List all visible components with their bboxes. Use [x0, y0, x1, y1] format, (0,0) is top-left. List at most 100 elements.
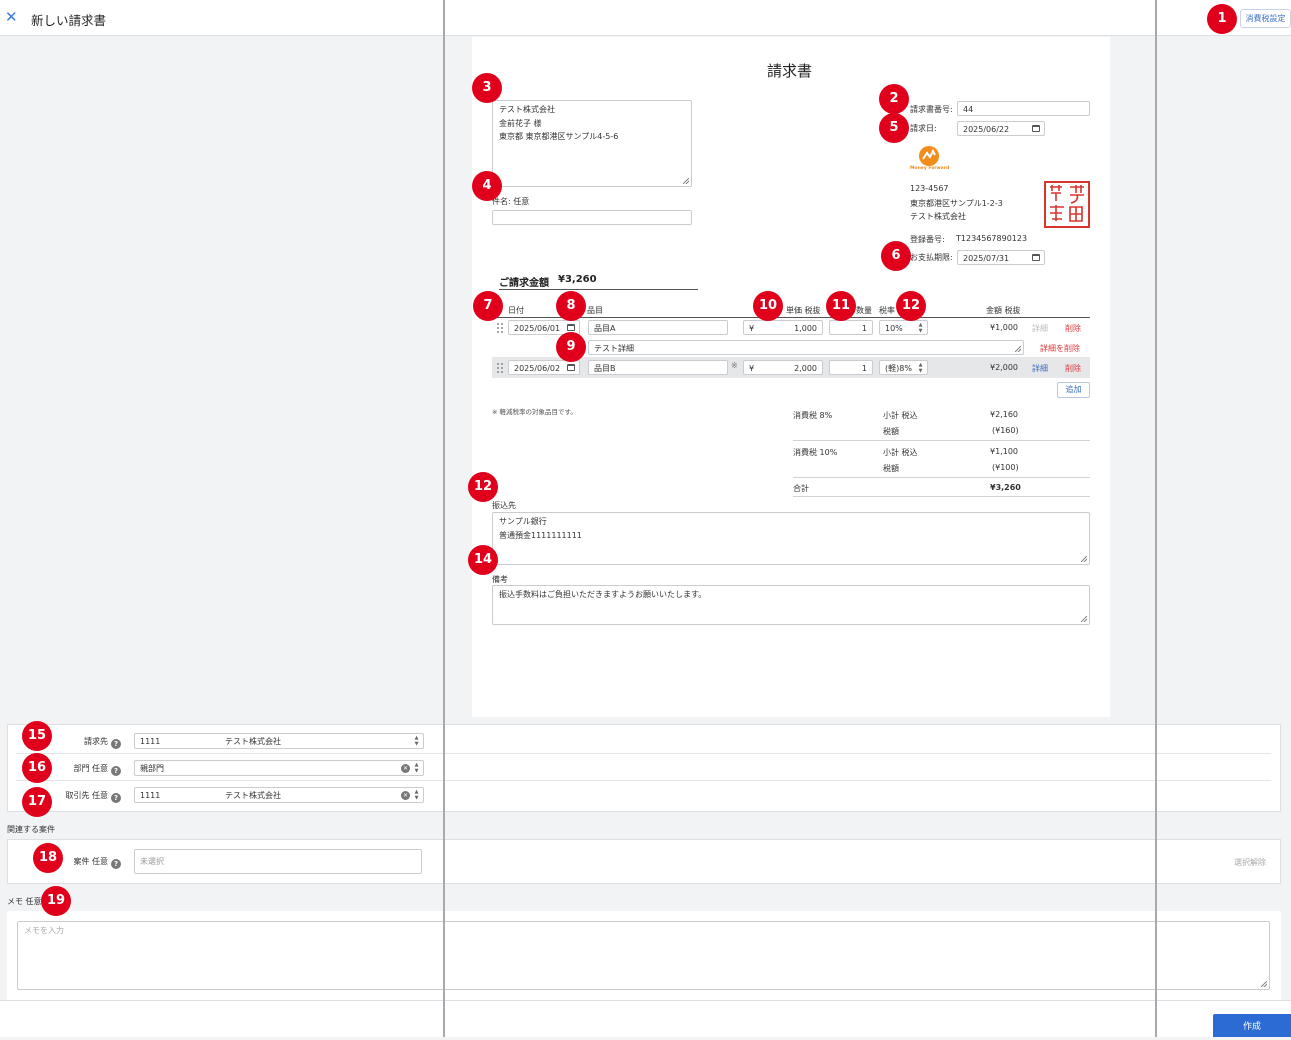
- page-title: 新しい請求書: [31, 13, 107, 28]
- calendar-icon[interactable]: [567, 364, 575, 371]
- invoice-date-label: 請求日:: [910, 124, 937, 133]
- row2-delete-link[interactable]: 削除: [1065, 363, 1081, 374]
- annotation-badge: 7: [473, 291, 503, 321]
- row-divider: [16, 780, 1271, 781]
- resize-handle-icon[interactable]: [683, 178, 689, 184]
- unit-price-value: 1,000: [794, 324, 817, 333]
- detail-text: テスト詳細: [594, 344, 634, 353]
- bank-line: サンプル銀行: [499, 517, 547, 526]
- row1-quantity-input[interactable]: 1: [829, 320, 873, 335]
- resize-handle-icon[interactable]: [1261, 981, 1267, 987]
- tax8-label: 消費税 8%: [793, 411, 833, 420]
- sender-line: 123-4567: [910, 184, 949, 193]
- currency-symbol: ¥: [749, 364, 755, 373]
- row1-tax-rate-select[interactable]: 10%: [879, 320, 928, 335]
- invoice-date-input[interactable]: 2025/06/22: [957, 121, 1045, 136]
- partner-label-text: 取引先 任意: [65, 791, 108, 800]
- clear-icon[interactable]: ✕: [401, 764, 410, 773]
- related-section-title: 関連する案件: [7, 825, 55, 834]
- billing-label-text: 請求先: [84, 737, 108, 746]
- row1-unit-price-input[interactable]: ¥1,000: [743, 320, 823, 335]
- calendar-icon[interactable]: [1032, 254, 1040, 261]
- row1-detail-input[interactable]: テスト詳細: [588, 340, 1024, 355]
- help-icon[interactable]: ?: [111, 859, 121, 869]
- row1-item-input[interactable]: 品目A: [588, 320, 728, 335]
- help-icon[interactable]: ?: [111, 766, 121, 776]
- invoice-date-value: 2025/06/22: [963, 125, 1010, 134]
- memo-label: メモ 任意: [7, 897, 42, 906]
- currency-symbol: ¥: [749, 324, 755, 333]
- remarks-textarea[interactable]: 振込手数料はご負担いただきますようお願いいたします。: [492, 585, 1090, 625]
- resize-handle-icon[interactable]: [1015, 346, 1021, 352]
- recipient-line: テスト株式会社: [499, 105, 555, 114]
- memo-textarea[interactable]: メモを入力: [17, 921, 1270, 990]
- annotation-badge: 4: [472, 171, 502, 201]
- help-icon[interactable]: ?: [111, 739, 121, 749]
- close-icon[interactable]: ✕: [5, 9, 19, 25]
- recipient-textarea[interactable]: テスト株式会社 金前花子 様 東京都 東京都港区サンプル4-5-6: [492, 100, 692, 187]
- partner-select[interactable]: 1111 テスト株式会社 ✕: [134, 787, 424, 803]
- row2-date-input[interactable]: 2025/06/02: [508, 360, 580, 375]
- row2-quantity-input[interactable]: 1: [829, 360, 873, 375]
- reduced-tax-mark: ※: [731, 361, 738, 370]
- department-select[interactable]: 親部門 ✕: [134, 760, 424, 776]
- create-button[interactable]: 作成: [1213, 1014, 1291, 1037]
- row2-amount: ¥2,000: [990, 363, 1018, 372]
- annotation-badge: 2: [879, 84, 909, 114]
- col-date: 日付: [508, 306, 524, 315]
- billing-select[interactable]: 1111 テスト株式会社: [134, 733, 424, 749]
- project-select[interactable]: 未選択: [134, 849, 422, 874]
- select-arrows-icon: [413, 762, 420, 774]
- deselect-link[interactable]: 選択解除: [1234, 857, 1266, 868]
- annotation-badge: 12: [896, 291, 926, 321]
- remarks-text: 振込手数料はご負担いただきますようお願いいたします。: [499, 590, 707, 599]
- annotation-badge: 17: [22, 787, 52, 817]
- row-divider: [16, 753, 1271, 754]
- help-icon[interactable]: ?: [111, 793, 121, 803]
- subject-input[interactable]: [492, 210, 692, 225]
- select-arrows-icon: [413, 735, 420, 747]
- registration-number: T1234567890123: [956, 234, 1028, 243]
- col-tax-rate: 税率: [879, 306, 895, 315]
- tax10-subtotal: ¥1,100: [990, 447, 1018, 456]
- sender-line: テスト株式会社: [910, 212, 966, 221]
- select-arrows-icon: [413, 789, 420, 801]
- due-date-input[interactable]: 2025/07/31: [957, 250, 1045, 265]
- guide-line-right: [1155, 0, 1157, 1037]
- drag-handle-icon[interactable]: [497, 323, 505, 333]
- tax-rate-value: 10%: [885, 324, 903, 333]
- drag-handle-icon[interactable]: [497, 363, 505, 373]
- tax8-tax: (¥160): [992, 426, 1019, 435]
- billing-code: 1111: [140, 737, 161, 746]
- due-date-label: お支払期限:: [910, 253, 953, 262]
- project-panel: 案件 任意? 未選択 選択解除: [7, 839, 1281, 884]
- memo-panel: メモを入力: [7, 911, 1281, 1000]
- calendar-icon[interactable]: [1032, 125, 1040, 132]
- annotation-badge: 1: [1207, 4, 1237, 34]
- bank-textarea[interactable]: サンプル銀行 普通預金1111111111: [492, 512, 1090, 565]
- row2-tax-rate-select[interactable]: (軽)8%: [879, 360, 928, 375]
- annotation-badge: 15: [22, 721, 52, 751]
- row1-delete-link[interactable]: 削除: [1065, 323, 1081, 334]
- subject-label: 件名: 任意: [492, 197, 530, 206]
- total-label: ご請求金額: [499, 278, 549, 289]
- resize-handle-icon[interactable]: [1081, 616, 1087, 622]
- partner-name: テスト株式会社: [225, 791, 281, 800]
- row1-detail-link[interactable]: 詳細: [1032, 323, 1048, 334]
- department-value: 親部門: [140, 764, 164, 773]
- resize-handle-icon[interactable]: [1081, 556, 1087, 562]
- calendar-icon[interactable]: [567, 324, 575, 331]
- tax-settings-button[interactable]: 消費税設定: [1240, 9, 1291, 28]
- logo-text: Money Forward: [910, 166, 950, 171]
- grand-total-label: 合計: [793, 484, 809, 493]
- row2-item-input[interactable]: 品目B: [588, 360, 728, 375]
- add-line-button[interactable]: 追加: [1057, 382, 1090, 398]
- row2-unit-price-input[interactable]: ¥2,000: [743, 360, 823, 375]
- reduced-tax-note: ※ 軽減税率の対象品目です。: [492, 408, 577, 416]
- row2-detail-link[interactable]: 詳細: [1032, 363, 1048, 374]
- total-amount: ¥3,260: [558, 274, 597, 285]
- tax10-label: 消費税 10%: [793, 448, 838, 457]
- invoice-number-input[interactable]: 44: [957, 101, 1090, 116]
- row1-delete-detail-link[interactable]: 詳細を削除: [1040, 343, 1080, 354]
- clear-icon[interactable]: ✕: [401, 791, 410, 800]
